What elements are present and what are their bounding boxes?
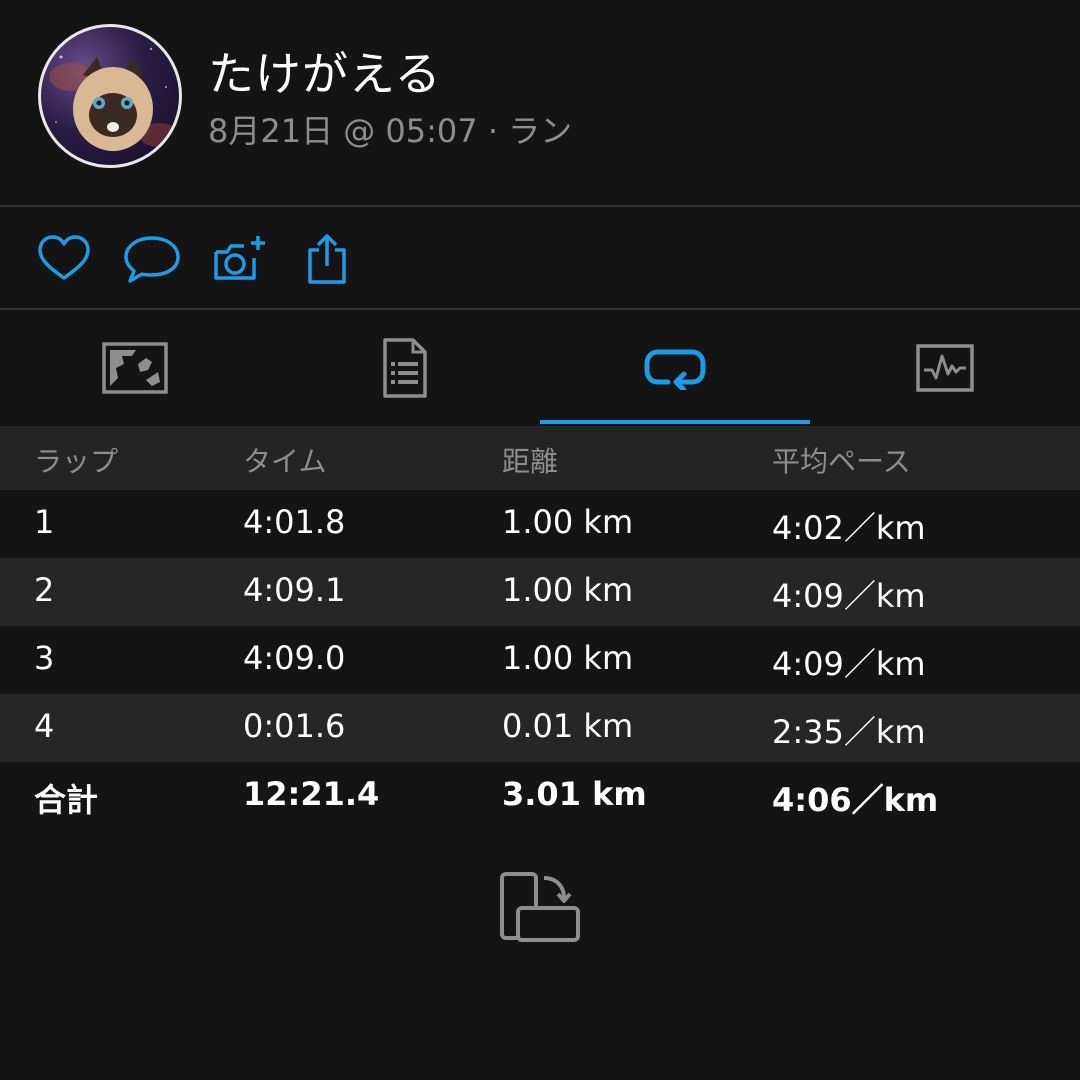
like-button[interactable] <box>36 232 92 288</box>
lap-number: 3 <box>34 639 55 677</box>
avatar-image <box>49 47 179 151</box>
share-icon <box>308 234 346 284</box>
activity-meta: 8月21日 @ 05:07 · ラン <box>208 112 573 150</box>
map-icon <box>102 342 168 394</box>
comment-icon <box>124 236 180 283</box>
user-name[interactable]: たけがえる <box>208 38 442 104</box>
lap-time: 4:01.8 <box>243 503 346 541</box>
lap-distance: 1.00 km <box>502 571 634 609</box>
add-photo-button[interactable] <box>210 232 270 288</box>
lap-number: 4 <box>34 707 55 745</box>
laps-table-header: ラップ タイム 距離 平均ペース <box>0 426 1080 490</box>
add-photo-icon <box>214 236 265 280</box>
rotate-screen-icon <box>500 872 580 942</box>
heart-icon <box>38 235 90 280</box>
lap-pace: 4:02／km <box>772 509 926 547</box>
tab-details[interactable] <box>270 312 540 424</box>
table-row[interactable]: 1 4:01.8 1.00 km 4:02／km <box>0 490 1080 558</box>
lap-distance: 1.00 km <box>502 503 634 541</box>
laps-icon <box>644 349 706 390</box>
table-row[interactable]: 4 0:01.6 0.01 km 2:35／km <box>0 694 1080 762</box>
lap-time: 4:09.0 <box>243 639 346 677</box>
lap-time: 4:09.1 <box>243 571 346 609</box>
table-row[interactable]: 3 4:09.0 1.00 km 4:09／km <box>0 626 1080 694</box>
table-row[interactable]: 2 4:09.1 1.00 km 4:09／km <box>0 558 1080 626</box>
lap-pace: 4:09／km <box>772 577 926 615</box>
lap-time: 0:01.6 <box>243 707 346 745</box>
column-header-distance: 距離 <box>502 445 559 478</box>
tab-charts[interactable] <box>810 312 1080 424</box>
table-total-row: 合計 12:21.4 3.01 km 4:06／km <box>0 762 1080 830</box>
tab-selected-indicator <box>540 420 810 424</box>
divider <box>0 205 1080 207</box>
lap-number: 2 <box>34 571 55 609</box>
total-pace: 4:06／km <box>772 781 939 819</box>
details-icon <box>383 338 427 398</box>
column-header-time: タイム <box>243 445 327 478</box>
total-time: 12:21.4 <box>243 775 380 813</box>
share-button[interactable] <box>302 232 352 288</box>
activity-header: たけがえる 8月21日 @ 05:07 · ラン <box>0 0 1080 205</box>
lap-pace: 4:09／km <box>772 645 926 683</box>
lap-distance: 0.01 km <box>502 707 634 745</box>
column-header-lap: ラップ <box>34 445 119 478</box>
lap-distance: 1.00 km <box>502 639 634 677</box>
chart-icon <box>916 344 974 392</box>
tab-laps[interactable] <box>540 312 810 424</box>
divider <box>0 308 1080 310</box>
comment-button[interactable] <box>122 232 182 288</box>
total-label: 合計 <box>34 781 99 819</box>
column-header-avg-pace: 平均ペース <box>772 445 911 478</box>
rotate-screen-button[interactable] <box>498 870 584 944</box>
tab-map[interactable] <box>0 312 270 424</box>
lap-number: 1 <box>34 503 55 541</box>
total-distance: 3.01 km <box>502 775 647 813</box>
lap-pace: 2:35／km <box>772 713 926 751</box>
avatar[interactable] <box>38 24 182 168</box>
